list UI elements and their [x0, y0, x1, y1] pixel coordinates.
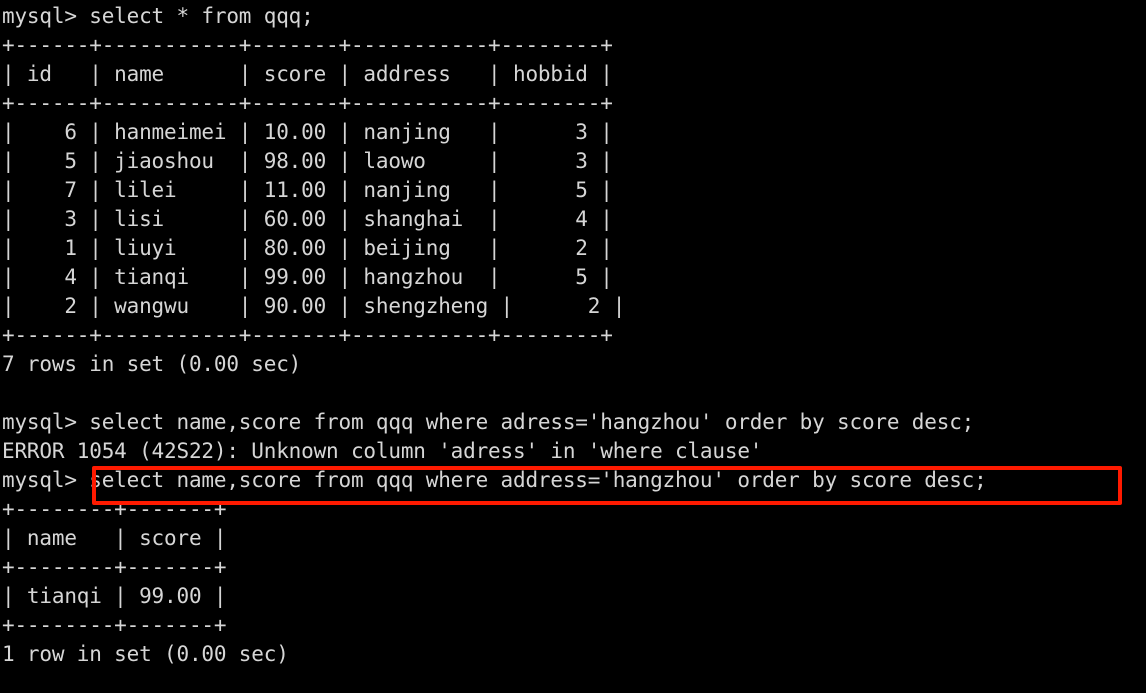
- corrected-query-line: mysql> select name,score from qqq where …: [2, 468, 987, 492]
- table-row: | 5 | jiaoshou | 98.00 | laowo | 3 |: [2, 149, 613, 173]
- terminal-line: | id | name | score | address | hobbid |: [2, 62, 613, 86]
- table-row: | 3 | lisi | 60.00 | shanghai | 4 |: [2, 207, 613, 231]
- terminal-window[interactable]: mysql> select * from qqq; +------+------…: [0, 0, 1146, 693]
- failed-query-line: mysql> select name,score from qqq where …: [2, 410, 975, 434]
- error-message-line: ERROR 1054 (42S22): Unknown column 'adre…: [2, 439, 763, 463]
- terminal-line: +--------+-------+: [2, 613, 227, 637]
- result-status-line: 7 rows in set (0.00 sec): [2, 352, 302, 376]
- terminal-line: +--------+-------+: [2, 497, 227, 521]
- terminal-line: +------+-----------+-------+-----------+…: [2, 33, 613, 57]
- table-row: | 2 | wangwu | 90.00 | shengzheng | 2 |: [2, 294, 626, 318]
- terminal-line: +------+-----------+-------+-----------+…: [2, 91, 613, 115]
- table-row: | 6 | hanmeimei | 10.00 | nanjing | 3 |: [2, 120, 613, 144]
- table-row: | 4 | tianqi | 99.00 | hangzhou | 5 |: [2, 265, 613, 289]
- terminal-line: +------+-----------+-------+-----------+…: [2, 323, 613, 347]
- table-row: | 1 | liuyi | 80.00 | beijing | 2 |: [2, 236, 613, 260]
- terminal-line: +--------+-------+: [2, 555, 227, 579]
- terminal-line: mysql> select * from qqq;: [2, 4, 314, 28]
- terminal-line: | name | score |: [2, 526, 227, 550]
- table-row: | 7 | lilei | 11.00 | nanjing | 5 |: [2, 178, 613, 202]
- result-status-line: 1 row in set (0.00 sec): [2, 642, 289, 666]
- table-row: | tianqi | 99.00 |: [2, 584, 227, 608]
